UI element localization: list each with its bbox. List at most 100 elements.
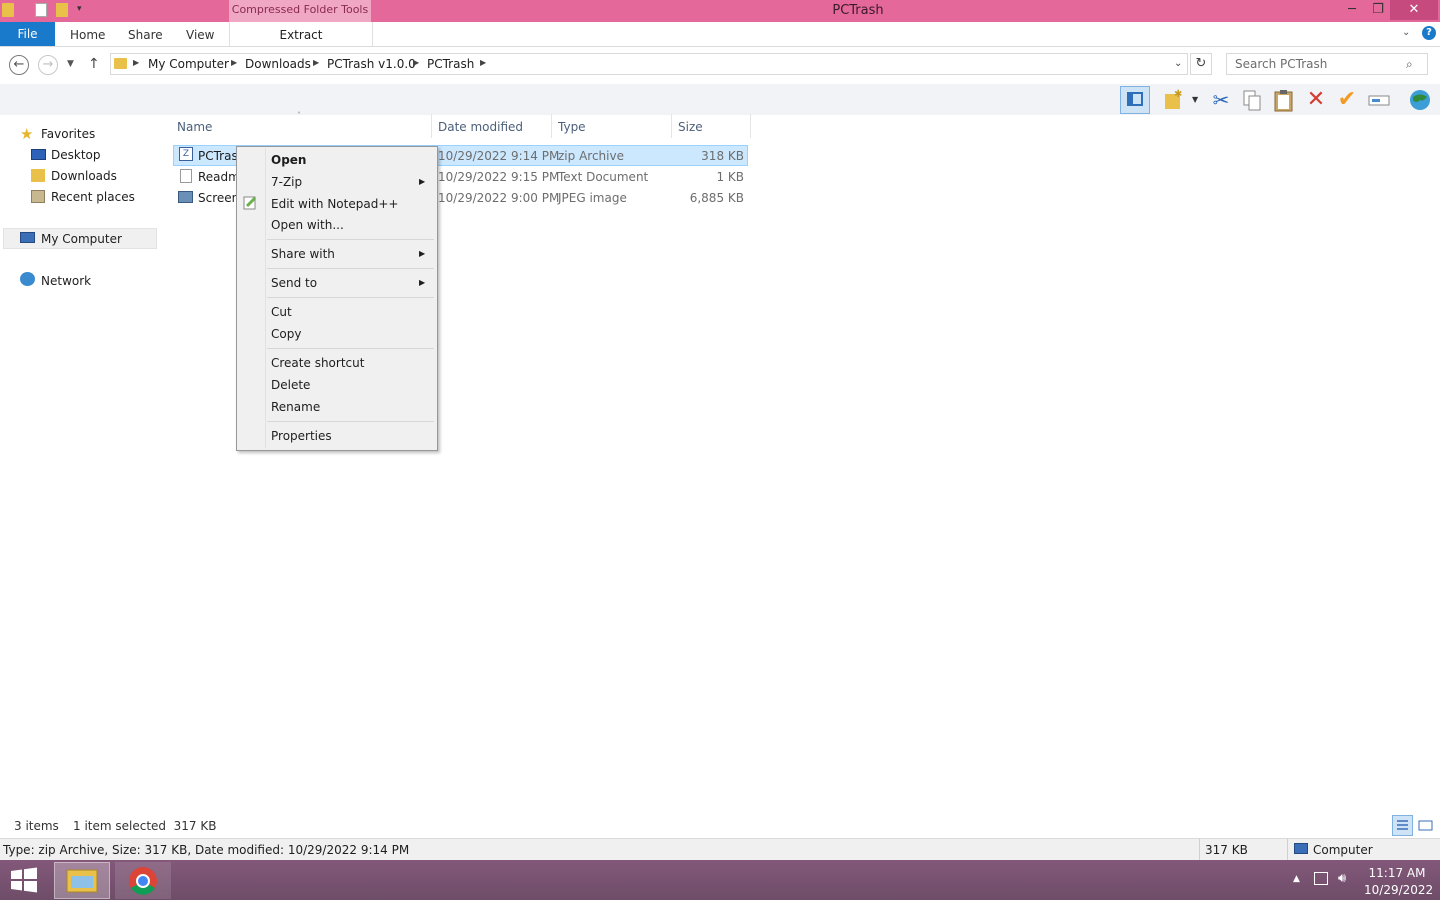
taskbar-chrome[interactable]	[115, 862, 171, 899]
column-header-type[interactable]: Type	[558, 120, 586, 134]
computer-icon	[1294, 843, 1308, 854]
text-document-icon	[180, 169, 192, 183]
menu-item-send-to[interactable]: Send to	[271, 276, 317, 290]
details-view-icon[interactable]	[1392, 815, 1413, 836]
search-icon[interactable]: ⌕	[1406, 57, 1413, 72]
file-size: 6,885 KB	[689, 191, 744, 205]
nav-my-computer[interactable]: My Computer	[41, 232, 122, 246]
back-button[interactable]: ←	[9, 55, 29, 75]
tab-home[interactable]: Home	[70, 22, 105, 46]
file-type: Text Document	[558, 170, 649, 184]
breadcrumb-pctrash[interactable]: PCTrash	[427, 57, 474, 71]
menu-item-open-with[interactable]: Open with...	[271, 218, 344, 232]
breadcrumb-separator-icon[interactable]: ▶	[313, 58, 319, 67]
column-header-size[interactable]: Size	[678, 120, 703, 134]
details-divider	[1287, 838, 1288, 860]
breadcrumb-downloads[interactable]: Downloads	[245, 57, 311, 71]
sort-ascending-icon: ˄	[297, 111, 301, 120]
properties-globe-icon[interactable]	[1408, 88, 1432, 112]
menu-item-rename[interactable]: Rename	[271, 400, 320, 414]
window-title: PCTrash	[832, 3, 884, 18]
file-size: 318 KB	[701, 149, 744, 163]
svg-text:✱: ✱	[1174, 89, 1182, 100]
file-date: 10/29/2022 9:00 PM	[438, 191, 560, 205]
windows-start-icon[interactable]	[10, 867, 38, 893]
paste-icon[interactable]	[1272, 88, 1296, 112]
clock-date[interactable]: 10/29/2022	[1364, 883, 1433, 897]
menu-item-create-shortcut[interactable]: Create shortcut	[271, 356, 364, 370]
nav-network[interactable]: Network	[41, 274, 91, 288]
expand-ribbon-icon[interactable]: ⌄	[1402, 27, 1410, 38]
select-checkmark-icon[interactable]: ✔	[1335, 88, 1359, 112]
details-location: Computer	[1313, 843, 1373, 857]
tab-view[interactable]: View	[186, 22, 214, 46]
cut-icon[interactable]: ✂	[1209, 88, 1233, 112]
zip-archive-icon: Z	[179, 147, 193, 161]
breadcrumb-pctrash-v100[interactable]: PCTrash v1.0.0	[327, 57, 416, 71]
submenu-arrow-icon: ▶	[419, 278, 426, 287]
network-icon	[20, 272, 35, 286]
file-date: 10/29/2022 9:14 PM	[438, 149, 560, 163]
file-name[interactable]: Screen	[198, 191, 239, 205]
column-divider[interactable]	[750, 114, 751, 138]
column-divider[interactable]	[551, 114, 552, 138]
new-item-dropdown-icon[interactable]: ▼	[1192, 95, 1198, 104]
recent-locations-icon[interactable]: ▼	[67, 59, 74, 69]
tab-extract[interactable]: Extract	[229, 22, 373, 46]
large-icons-view-icon[interactable]	[1417, 817, 1434, 834]
recent-places-icon	[31, 190, 45, 203]
menu-item-delete[interactable]: Delete	[271, 378, 310, 392]
menu-item-edit-notepad[interactable]: Edit with Notepad++	[271, 197, 398, 211]
close-button[interactable]: ✕	[1390, 0, 1438, 20]
nav-recent-places[interactable]: Recent places	[51, 190, 135, 204]
tab-share[interactable]: Share	[128, 22, 163, 46]
nav-desktop[interactable]: Desktop	[51, 148, 101, 162]
help-icon[interactable]: ?	[1422, 26, 1436, 40]
details-text: Type: zip Archive, Size: 317 KB, Date mo…	[3, 843, 410, 857]
nav-favorites[interactable]: Favorites	[41, 127, 95, 141]
forward-button[interactable]: →	[38, 55, 58, 75]
menu-item-cut[interactable]: Cut	[271, 305, 292, 319]
context-menu	[236, 146, 438, 451]
nav-downloads[interactable]: Downloads	[51, 169, 117, 183]
menu-item-properties[interactable]: Properties	[271, 429, 332, 443]
delete-icon[interactable]: ✕	[1304, 88, 1328, 112]
column-header-date-modified[interactable]: Date modified	[438, 120, 523, 134]
tab-file[interactable]: File	[0, 22, 55, 46]
volume-icon[interactable]: 🔊︎	[1338, 871, 1346, 886]
breadcrumb-my-computer[interactable]: My Computer	[148, 57, 229, 71]
menu-item-share-with[interactable]: Share with	[271, 247, 335, 261]
address-history-icon[interactable]: ⌄	[1174, 58, 1182, 69]
menu-separator	[267, 348, 434, 349]
column-header-name[interactable]: Name	[177, 120, 212, 134]
copy-icon[interactable]	[1240, 88, 1264, 112]
context-menu-gutter	[265, 148, 266, 448]
file-name[interactable]: Readm	[198, 170, 240, 184]
column-divider[interactable]	[431, 114, 432, 138]
preview-pane-icon[interactable]	[1120, 86, 1150, 114]
breadcrumb-separator-icon[interactable]: ▶	[413, 58, 419, 67]
submenu-arrow-icon: ▶	[419, 177, 426, 186]
up-button[interactable]: ↑	[88, 56, 100, 72]
breadcrumb-separator-icon[interactable]: ▶	[231, 58, 237, 67]
new-folder-icon[interactable]: ✱	[1162, 88, 1186, 112]
rename-icon[interactable]	[1367, 88, 1391, 112]
breadcrumb-separator-icon[interactable]: ▶	[480, 58, 486, 67]
menu-item-open[interactable]: Open	[271, 153, 306, 167]
column-divider[interactable]	[671, 114, 672, 138]
downloads-folder-icon	[31, 169, 45, 182]
ribbon-tabs	[0, 22, 1440, 47]
file-name[interactable]: PCTras	[198, 149, 238, 163]
clock-time[interactable]: 11:17 AM	[1364, 866, 1430, 880]
jpeg-image-icon	[178, 191, 193, 203]
network-tray-icon[interactable]	[1314, 872, 1328, 885]
menu-item-7zip[interactable]: 7-Zip	[271, 175, 302, 189]
status-selection: 1 item selected 317 KB	[73, 819, 217, 833]
taskbar-file-explorer[interactable]	[54, 862, 110, 899]
breadcrumb-separator-icon[interactable]: ▶	[133, 58, 139, 67]
file-type: zip Archive	[558, 149, 624, 163]
refresh-button[interactable]: ↻	[1190, 53, 1212, 75]
menu-item-copy[interactable]: Copy	[271, 327, 301, 341]
show-hidden-icons-icon[interactable]: ▲	[1293, 874, 1300, 884]
notepad-plus-plus-icon	[243, 196, 257, 210]
